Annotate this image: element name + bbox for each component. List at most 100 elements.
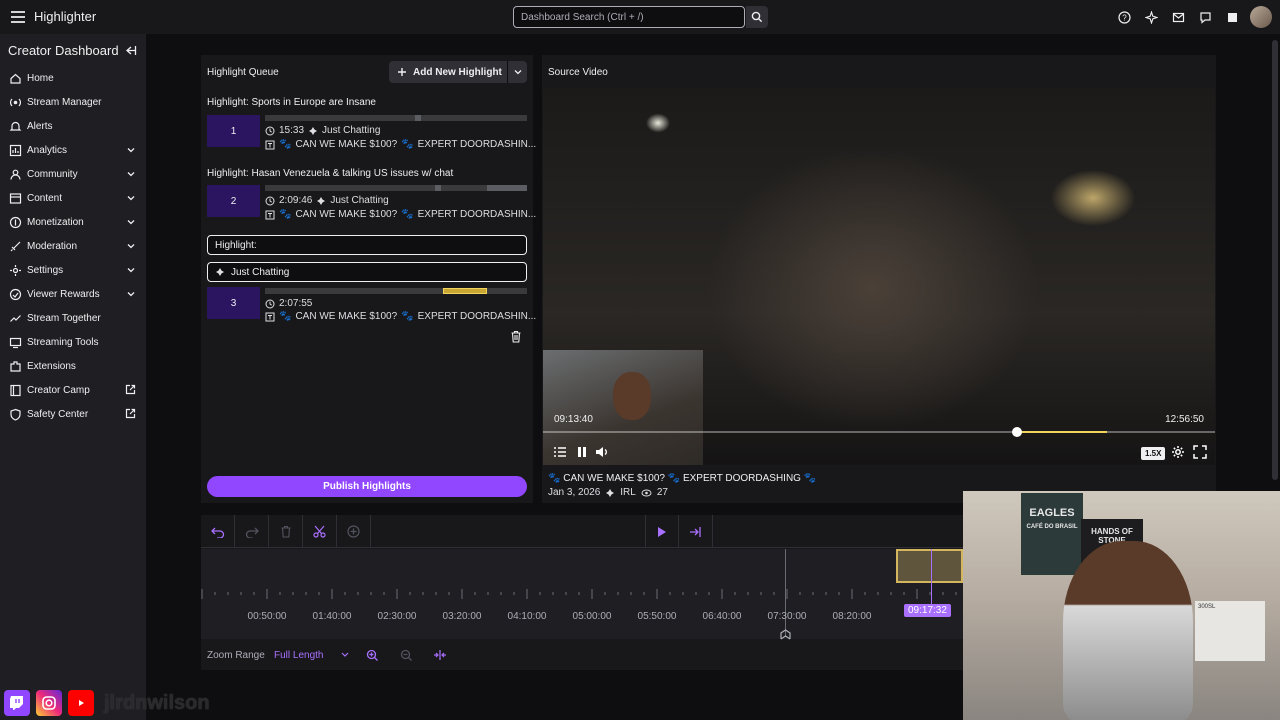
bell-icon bbox=[9, 120, 22, 133]
hamburger-menu-icon[interactable] bbox=[8, 7, 28, 27]
timeline-track[interactable]: 00:50:00 01:40:00 02:30:00 03:20:00 04:10:00… bbox=[201, 549, 963, 640]
sidebar-item-creator-camp[interactable]: Creator Camp bbox=[0, 378, 146, 402]
video-time-end: 12:56:50 bbox=[1165, 414, 1204, 425]
stream-together-icon bbox=[9, 312, 22, 325]
highlight-title-input[interactable]: Highlight: bbox=[207, 235, 527, 255]
scissors-icon[interactable] bbox=[303, 515, 337, 548]
sidebar-item-monetization[interactable]: Monetization bbox=[0, 210, 146, 234]
zoom-out-icon[interactable] bbox=[397, 647, 415, 663]
highlight-range-bar[interactable] bbox=[265, 115, 527, 121]
paw-icon: 🐾 bbox=[279, 139, 292, 150]
video-scrubber[interactable] bbox=[543, 431, 1215, 433]
play-icon[interactable] bbox=[645, 515, 679, 548]
volume-icon[interactable] bbox=[595, 445, 609, 459]
streaming-tools-icon bbox=[9, 336, 22, 349]
sidebar-item-alerts[interactable]: Alerts bbox=[0, 114, 146, 138]
sidebar-item-community[interactable]: Community bbox=[0, 162, 146, 186]
sidebar-item-analytics[interactable]: Analytics bbox=[0, 138, 146, 162]
chevron-down-icon[interactable] bbox=[507, 61, 527, 83]
video-player[interactable]: 09:13:40 12:56:50 1.5X bbox=[543, 88, 1215, 465]
whisper-icon[interactable] bbox=[1196, 6, 1214, 28]
fit-timeline-icon[interactable] bbox=[431, 647, 449, 663]
delete-clip-icon[interactable] bbox=[269, 515, 303, 548]
sparkle-icon[interactable] bbox=[1142, 6, 1160, 28]
gear-icon[interactable] bbox=[1171, 445, 1185, 459]
highlight-range-bar[interactable] bbox=[265, 185, 527, 191]
sidebar-item-settings[interactable]: Settings bbox=[0, 258, 146, 282]
highlight-title: Highlight: Hasan Venezuela & talking US … bbox=[207, 168, 454, 179]
page-scrollbar[interactable] bbox=[1272, 40, 1278, 480]
clock-icon bbox=[265, 126, 275, 135]
redo-icon[interactable] bbox=[235, 515, 269, 548]
bits-icon[interactable] bbox=[1223, 6, 1241, 28]
source-stream-meta: Jan 3, 2026 IRL 27 bbox=[548, 487, 668, 498]
avatar[interactable] bbox=[1250, 6, 1272, 28]
sidebar-item-label: Viewer Rewards bbox=[27, 288, 100, 300]
paw-icon: 🐾 bbox=[803, 473, 817, 484]
video-controls: 1.5X bbox=[543, 442, 1215, 465]
add-new-highlight-button[interactable]: Add New Highlight bbox=[389, 61, 527, 83]
sidebar-item-stream-together[interactable]: Stream Together bbox=[0, 306, 146, 330]
eagles-poster: EAGLES CAFÉ DO BRASIL bbox=[1021, 493, 1083, 575]
svg-text:?: ? bbox=[1122, 13, 1127, 22]
chevron-down-icon[interactable] bbox=[341, 652, 349, 658]
timeline-tick-label: 08:20:00 bbox=[832, 611, 872, 622]
youtube-icon bbox=[68, 690, 94, 716]
sidebar-item-home[interactable]: Home bbox=[0, 66, 146, 90]
paw-icon: 🐾 bbox=[548, 473, 564, 484]
sidebar-item-viewer-rewards[interactable]: Viewer Rewards bbox=[0, 282, 146, 306]
inbox-icon[interactable] bbox=[1169, 6, 1187, 28]
queue-title: Highlight Queue bbox=[207, 67, 279, 78]
chevron-down-icon bbox=[126, 169, 136, 179]
sidebar-item-label: Settings bbox=[27, 264, 64, 276]
viewers-icon bbox=[641, 489, 652, 496]
sidebar-item-stream-manager[interactable]: Stream Manager bbox=[0, 90, 146, 114]
timeline-tick-label: 06:40:00 bbox=[702, 611, 742, 622]
category-input[interactable]: Just Chatting bbox=[207, 262, 527, 282]
clock-icon bbox=[265, 299, 275, 308]
collapse-sidebar-icon[interactable] bbox=[124, 44, 137, 57]
top-bar: Highlighter Dashboard Search (Ctrl + /) … bbox=[0, 0, 1280, 34]
sidebar-item-label: Moderation bbox=[27, 240, 78, 252]
zoom-in-icon[interactable] bbox=[363, 647, 381, 663]
add-clip-icon[interactable] bbox=[337, 515, 371, 548]
play-to-end-icon[interactable] bbox=[679, 515, 713, 548]
playback-speed-badge[interactable]: 1.5X bbox=[1141, 447, 1166, 460]
fullscreen-icon[interactable] bbox=[1193, 445, 1207, 459]
webcam-overlay: EAGLES CAFÉ DO BRASIL HANDS OF STONE 300S… bbox=[963, 491, 1280, 720]
external-link-icon bbox=[125, 384, 136, 395]
timeline-playhead[interactable] bbox=[931, 549, 932, 611]
help-icon[interactable]: ? bbox=[1115, 6, 1133, 28]
timeline-clip[interactable] bbox=[896, 549, 963, 583]
sidebar-item-content[interactable]: Content bbox=[0, 186, 146, 210]
streamer-webcam bbox=[1063, 541, 1193, 720]
highlight-stream-title: CAN WE MAKE $100? bbox=[295, 311, 398, 322]
sidebar: Creator Dashboard Home Stream Manager Aler… bbox=[0, 34, 146, 720]
sidebar-item-safety-center[interactable]: Safety Center bbox=[0, 402, 146, 426]
undo-icon[interactable] bbox=[201, 515, 235, 548]
highlight-duration: 2:07:55 bbox=[279, 298, 313, 309]
publish-highlights-button[interactable]: Publish Highlights bbox=[207, 476, 527, 497]
title-icon bbox=[265, 312, 275, 321]
search-input[interactable]: Dashboard Search (Ctrl + /) bbox=[513, 6, 745, 28]
sidebar-item-streaming-tools[interactable]: Streaming Tools bbox=[0, 330, 146, 354]
sidebar-item-extensions[interactable]: Extensions bbox=[0, 354, 146, 378]
zoom-range-select[interactable]: Full Length bbox=[274, 650, 323, 661]
pause-icon[interactable] bbox=[575, 445, 589, 459]
zoom-range-label: Zoom Range bbox=[207, 650, 265, 661]
highlight-stream-title: CAN WE MAKE $100? bbox=[295, 139, 398, 150]
highlight-duration: 15:33 bbox=[279, 125, 305, 136]
highlight-range-bar[interactable] bbox=[265, 288, 527, 294]
trash-icon[interactable] bbox=[510, 330, 522, 343]
highlight-stream-title-2: EXPERT DOORDASHIN... bbox=[417, 209, 537, 220]
video-scrubber-handle[interactable] bbox=[1012, 427, 1022, 437]
search-button[interactable] bbox=[746, 6, 768, 28]
paw-icon: 🐾 bbox=[279, 311, 292, 322]
chapters-icon[interactable] bbox=[553, 445, 567, 459]
sidebar-item-label: Content bbox=[27, 192, 63, 204]
highlight-duration: 2:09:46 bbox=[279, 195, 313, 206]
sidebar-item-moderation[interactable]: Moderation bbox=[0, 234, 146, 258]
chevron-down-icon bbox=[126, 145, 136, 155]
source-date: Jan 3, 2026 bbox=[548, 487, 601, 498]
category-icon bbox=[606, 488, 615, 497]
